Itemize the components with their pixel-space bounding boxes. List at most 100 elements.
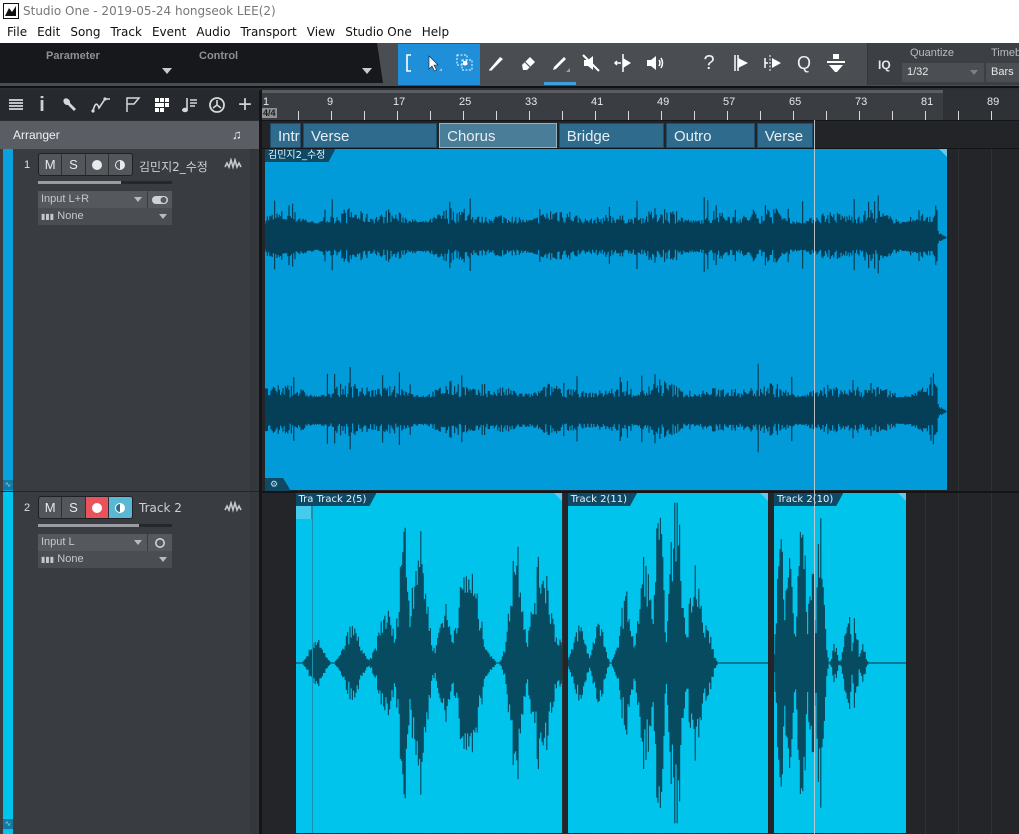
paint-pencil-icon[interactable] <box>547 50 573 76</box>
ruler-bar-number: 73 <box>855 96 868 108</box>
split-knife-icon[interactable] <box>483 50 509 76</box>
record-arm-button[interactable] <box>85 497 109 518</box>
range-tool-icon[interactable] <box>452 50 478 76</box>
score-notes-icon[interactable] <box>179 94 201 116</box>
ruler-tick <box>727 111 728 120</box>
marker-flag-icon[interactable] <box>122 94 144 116</box>
snap-icon[interactable] <box>823 50 849 76</box>
parameter-tab[interactable]: Parameter <box>46 50 100 62</box>
loop-bracket-icon[interactable] <box>396 50 422 76</box>
quantize-q-icon[interactable]: Q <box>791 50 817 76</box>
arranger-section-verse[interactable]: Verse <box>303 123 438 148</box>
solo-button[interactable]: S <box>62 497 86 518</box>
arranger-section-outro[interactable]: Outro <box>666 123 755 148</box>
stereo-link-toggle[interactable] <box>148 191 172 208</box>
monitor-button[interactable] <box>109 154 132 175</box>
control-tab[interactable]: Control <box>199 50 238 62</box>
mute-button[interactable]: M <box>39 497 63 518</box>
audio-event[interactable]: Track 2(10) <box>774 493 907 833</box>
waveform-path <box>265 195 948 453</box>
output-select[interactable]: ▮▮▮ None <box>38 208 172 225</box>
timeline-ruler[interactable]: 1 9 17 25 33 41 49 57 65 73 81 89 4/4 <box>262 90 1019 120</box>
track-name[interactable]: Track 2 <box>139 501 182 515</box>
eraser-icon[interactable] <box>515 50 541 76</box>
fade-in-handle[interactable] <box>295 506 312 519</box>
menu-help[interactable]: Help <box>417 22 454 43</box>
arrange-view[interactable]: 김민지2_수정 Tra Track 2(5) Track 2(11) Track 2(… <box>262 149 1019 834</box>
track-2-header[interactable]: 2 M S Track 2 Input L ▮▮▮ None ∿ <box>0 492 259 834</box>
event-fade-handle[interactable] <box>939 149 948 157</box>
playhead-cursor[interactable] <box>813 120 815 834</box>
listen-speaker-icon[interactable] <box>642 50 668 76</box>
iterative-quantize-button[interactable]: IQ <box>878 58 891 72</box>
arranger-section-verse[interactable]: Verse <box>756 123 813 148</box>
arranger-section-chorus[interactable]: Chorus <box>439 123 557 148</box>
audio-event[interactable]: 김민지2_수정 <box>265 149 948 490</box>
arranger-grid-icon[interactable] <box>151 94 173 116</box>
arranger-section-bridge[interactable]: Bridge <box>558 123 664 148</box>
arrow-tool-icon[interactable] <box>420 50 446 76</box>
event-fade-handle[interactable] <box>898 493 907 501</box>
list-menu-icon[interactable] <box>5 94 27 116</box>
audio-event[interactable]: Tra Track 2(5) <box>295 493 562 833</box>
ruler-tick <box>958 111 959 120</box>
quantize-value: 1/32 <box>907 66 929 78</box>
output-value: None <box>57 210 84 222</box>
menu-file[interactable]: File <box>2 22 32 43</box>
menu-song[interactable]: Song <box>65 22 105 43</box>
automation-toggle-icon[interactable]: ∿ <box>3 819 13 829</box>
parameter-dropdown-icon[interactable] <box>162 68 172 74</box>
wrench-icon[interactable] <box>58 94 80 116</box>
music-note-icon[interactable]: ♫ <box>232 127 242 142</box>
bend-tool-icon[interactable] <box>610 50 636 76</box>
menu-studio-one[interactable]: Studio One <box>340 22 416 43</box>
event-name-label: 김민지2_수정 <box>265 149 335 162</box>
waveform-path <box>567 502 769 824</box>
volume-slider[interactable] <box>38 181 172 184</box>
window-title: Studio One - 2019-05-24 hongseok LEE(2) <box>23 4 276 18</box>
monitor-button[interactable] <box>108 497 132 518</box>
waveform <box>567 502 769 824</box>
tempo-clock-icon[interactable] <box>206 94 228 116</box>
menu-transport[interactable]: Transport <box>235 22 301 43</box>
ruler-bar-number: 25 <box>459 96 472 108</box>
help-question-icon[interactable]: ? <box>696 50 722 76</box>
automation-curve-icon[interactable] <box>91 94 113 116</box>
add-plus-icon[interactable]: + <box>234 91 256 118</box>
solo-button[interactable]: S <box>62 154 86 175</box>
mono-toggle[interactable] <box>148 534 172 551</box>
record-arm-button[interactable] <box>86 154 109 175</box>
quantize-label: Quantize <box>910 47 955 59</box>
arranger-track-header[interactable]: Arranger ♫ <box>0 121 259 149</box>
track-name[interactable]: 김민지2_수정 <box>139 158 208 175</box>
audio-bend-icon[interactable] <box>728 50 754 76</box>
menu-audio[interactable]: Audio <box>191 22 235 43</box>
menu-event[interactable]: Event <box>147 22 191 43</box>
time-signature[interactable]: 4/4 <box>262 108 277 118</box>
waveform <box>774 518 907 808</box>
timebase-select[interactable]: Bars <box>986 63 1019 82</box>
track-1-header[interactable]: 1 M S 김민지2_수정 Input L+R ▮▮▮ None ∿ <box>0 149 259 491</box>
menu-edit[interactable]: Edit <box>32 22 65 43</box>
output-select[interactable]: ▮▮▮ None <box>38 551 172 568</box>
menu-view[interactable]: View <box>302 22 340 43</box>
event-name-label: Track 2(10) <box>774 493 843 506</box>
mute-button[interactable]: M <box>39 154 63 175</box>
event-fade-handle[interactable] <box>553 493 562 501</box>
control-dropdown-icon[interactable] <box>362 68 372 74</box>
input-select[interactable]: Input L+R <box>38 191 147 208</box>
waveform-channel-icon[interactable] <box>224 158 242 170</box>
arranger-section-intro[interactable]: Intro <box>270 123 301 148</box>
quantize-select[interactable]: 1/32 <box>902 63 984 82</box>
info-icon[interactable]: i <box>31 94 53 116</box>
input-select[interactable]: Input L <box>38 534 147 551</box>
waveform-channel-icon[interactable] <box>224 501 242 513</box>
event-fade-handle[interactable] <box>760 493 769 501</box>
mute-tool-icon[interactable] <box>578 50 604 76</box>
detect-transients-icon[interactable] <box>760 50 786 76</box>
volume-slider[interactable] <box>38 524 172 527</box>
automation-toggle-icon[interactable]: ∿ <box>3 480 13 490</box>
menu-track[interactable]: Track <box>106 22 147 43</box>
audio-event[interactable]: Track 2(11) <box>567 493 769 833</box>
track-header-edge <box>250 492 259 834</box>
